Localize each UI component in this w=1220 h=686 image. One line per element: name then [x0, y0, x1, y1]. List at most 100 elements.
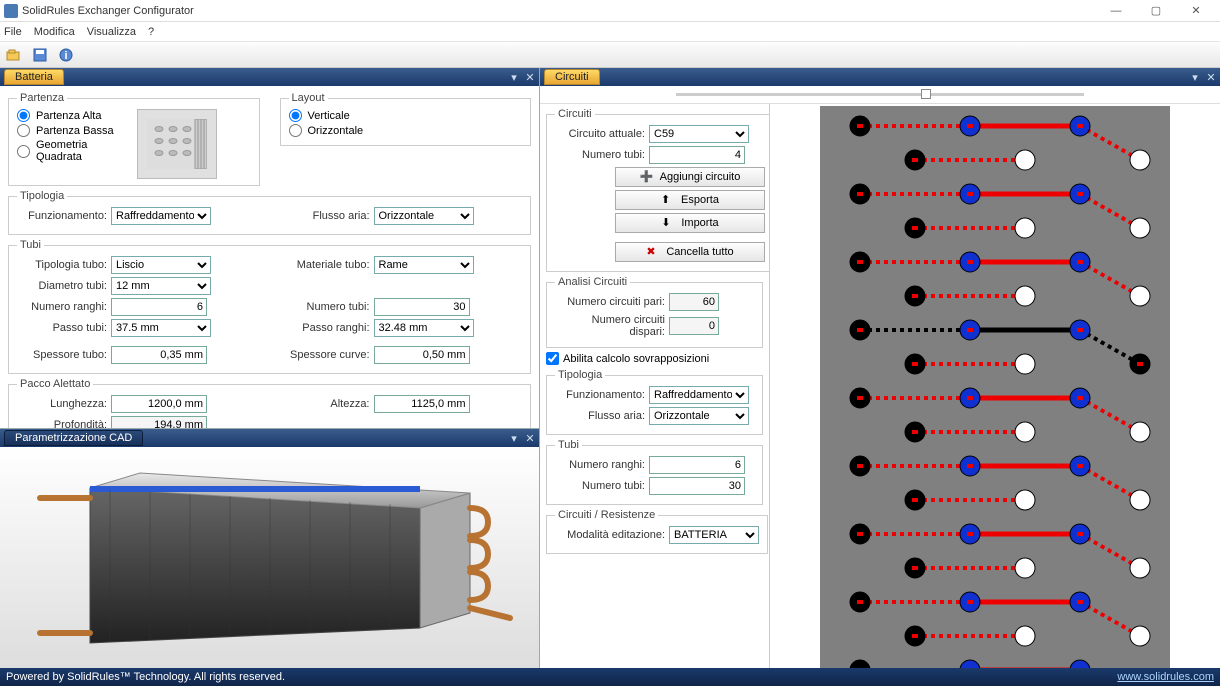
cr-group: Circuiti / Resistenze Modalità editazion…: [546, 509, 768, 554]
numero-c-input[interactable]: [649, 477, 745, 495]
abilita-sovrapposizioni-checkbox[interactable]: [546, 352, 559, 365]
titlebar: SolidRules Exchanger Configurator — ▢ ✕: [0, 0, 1220, 22]
flusso-c-select[interactable]: Orizzontale: [649, 407, 749, 425]
menubar: File Modifica Visualizza ?: [0, 22, 1220, 42]
app-icon: [4, 4, 18, 18]
footer-link[interactable]: www.solidrules.com: [1117, 671, 1214, 683]
flusso-label: Flusso aria:: [280, 210, 370, 222]
passo-tubi-label: Passo tubi:: [17, 322, 107, 334]
funzionamento-select[interactable]: Raffreddamento: [111, 207, 211, 225]
panel-dropdown-icon[interactable]: ▾: [507, 70, 521, 84]
close-button[interactable]: ✕: [1176, 0, 1216, 22]
passo-tubi-select[interactable]: 37.5 mm: [111, 319, 211, 337]
ranghi-c-input[interactable]: [649, 456, 745, 474]
cad-panel-close-icon[interactable]: ✕: [523, 431, 537, 445]
circuiti-tab[interactable]: Circuiti: [544, 69, 600, 85]
dispari-input: [669, 317, 719, 335]
toolbar-open-icon[interactable]: [4, 45, 24, 65]
layout-legend: Layout: [289, 92, 328, 104]
numero-tubi-c-input[interactable]: [649, 146, 745, 164]
circuit-viewer[interactable]: [770, 104, 1220, 668]
toolbar: i: [0, 42, 1220, 68]
panel-close-icon[interactable]: ✕: [523, 70, 537, 84]
layout-verticale-label: Verticale: [308, 110, 350, 122]
circuito-attuale-select[interactable]: C59: [649, 125, 749, 143]
batteria-panel-header: Batteria ▾ ✕: [0, 68, 539, 86]
maximize-button[interactable]: ▢: [1136, 0, 1176, 22]
footer: Powered by SolidRules™ Technology. All r…: [0, 668, 1220, 686]
partenza-preview: [137, 109, 217, 179]
layout-orizzontale-radio[interactable]: [289, 124, 302, 137]
tipologia-c-group: Tipologia Funzionamento: Raffreddamento F…: [546, 369, 763, 435]
batteria-tab[interactable]: Batteria: [4, 69, 64, 85]
spessore-curve-input[interactable]: [374, 346, 470, 364]
flusso-c-label: Flusso aria:: [555, 410, 645, 422]
partenza-bassa-radio[interactable]: [17, 124, 30, 137]
importa-button[interactable]: ⬇Importa: [615, 213, 765, 233]
ranghi-input[interactable]: [111, 298, 207, 316]
numero-tubi-input[interactable]: [374, 298, 470, 316]
funzionamento-label: Funzionamento:: [17, 210, 107, 222]
tipologia-group: Tipologia Funzionamento: Raffreddamento F…: [8, 190, 531, 235]
lunghezza-input[interactable]: [111, 395, 207, 413]
tipologia-legend: Tipologia: [17, 190, 67, 202]
abilita-sovrapposizioni-label: Abilita calcolo sovrapposizioni: [563, 353, 709, 365]
window-title: SolidRules Exchanger Configurator: [22, 5, 1096, 17]
altezza-label: Altezza:: [280, 398, 370, 410]
cad-tab[interactable]: Parametrizzazione CAD: [4, 430, 143, 446]
partenza-bassa-label: Partenza Bassa: [36, 125, 114, 137]
spessore-tubo-label: Spessore tubo:: [17, 349, 107, 361]
cad-panel: Parametrizzazione CAD ▾ ✕: [0, 428, 539, 668]
minimize-button[interactable]: —: [1096, 0, 1136, 22]
menu-modifica[interactable]: Modifica: [34, 26, 75, 38]
circuito-attuale-label: Circuito attuale:: [555, 128, 645, 140]
toolbar-save-icon[interactable]: [30, 45, 50, 65]
plus-icon: ➕: [640, 170, 654, 184]
modalita-select[interactable]: BATTERIA: [669, 526, 759, 544]
layout-verticale-radio[interactable]: [289, 109, 302, 122]
tipologia-tubo-select[interactable]: Liscio: [111, 256, 211, 274]
circuiti-panel-dropdown-icon[interactable]: ▾: [1188, 70, 1202, 84]
esporta-button[interactable]: ⬆Esporta: [615, 190, 765, 210]
tubi-c-group: Tubi Numero ranghi: Numero tubi:: [546, 439, 763, 505]
altezza-input[interactable]: [374, 395, 470, 413]
zoom-slider[interactable]: [540, 86, 1220, 104]
tipologia-c-legend: Tipologia: [555, 369, 605, 381]
geometria-quadrata-radio[interactable]: [17, 145, 30, 158]
cad-panel-dropdown-icon[interactable]: ▾: [507, 431, 521, 445]
numero-c-label: Numero tubi:: [555, 480, 645, 492]
pacco-legend: Pacco Alettato: [17, 378, 93, 390]
menu-help[interactable]: ?: [148, 26, 154, 38]
flusso-select[interactable]: Orizzontale: [374, 207, 474, 225]
main-area: Batteria ▾ ✕ Partenza Partenza Alta Part…: [0, 68, 1220, 668]
geometria-quadrata-label: Geometria Quadrata: [36, 139, 127, 163]
aggiungi-circuito-button[interactable]: ➕Aggiungi circuito: [615, 167, 765, 187]
materiale-label: Materiale tubo:: [280, 259, 370, 271]
partenza-legend: Partenza: [17, 92, 67, 104]
analisi-group: Analisi Circuiti Numero circuiti pari: N…: [546, 276, 763, 348]
partenza-alta-radio[interactable]: [17, 109, 30, 122]
ranghi-label: Numero ranghi:: [17, 301, 107, 313]
circuit-diagram: [820, 106, 1170, 668]
circuiti-panel-header: Circuiti ▾ ✕: [540, 68, 1220, 86]
footer-text: Powered by SolidRules™ Technology. All r…: [6, 671, 1117, 683]
ranghi-c-label: Numero ranghi:: [555, 459, 645, 471]
layout-group: Layout Verticale Orizzontale: [280, 92, 532, 146]
modalita-label: Modalità editazione:: [555, 529, 665, 541]
cancella-tutto-button[interactable]: ✖Cancella tutto: [615, 242, 765, 262]
diametro-select[interactable]: 12 mm: [111, 277, 211, 295]
passo-ranghi-select[interactable]: 32.48 mm: [374, 319, 474, 337]
toolbar-info-icon[interactable]: i: [56, 45, 76, 65]
menu-file[interactable]: File: [4, 26, 22, 38]
materiale-select[interactable]: Rame: [374, 256, 474, 274]
pari-input: [669, 293, 719, 311]
circuiti-group: Circuiti Circuito attuale:C59 Numero tub…: [546, 108, 770, 272]
spessore-tubo-input[interactable]: [111, 346, 207, 364]
funz-c-label: Funzionamento:: [555, 389, 645, 401]
funz-c-select[interactable]: Raffreddamento: [649, 386, 749, 404]
cad-3d-view[interactable]: [0, 447, 539, 668]
circuiti-panel-close-icon[interactable]: ✕: [1204, 70, 1218, 84]
circuiti-properties: Circuiti Circuito attuale:C59 Numero tub…: [540, 104, 770, 668]
export-icon: ⬆: [661, 193, 675, 207]
menu-visualizza[interactable]: Visualizza: [87, 26, 136, 38]
